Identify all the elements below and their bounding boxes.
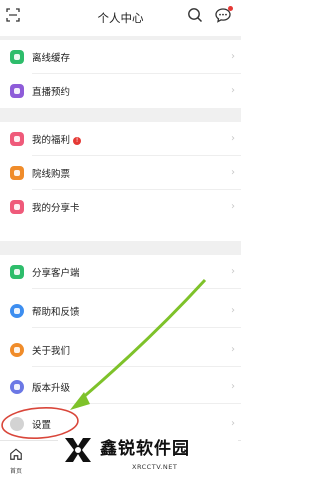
divider	[32, 366, 241, 367]
chevron-right-icon: ›	[231, 133, 235, 144]
upgrade-icon	[10, 380, 24, 394]
live-icon	[10, 84, 24, 98]
section-divider	[0, 108, 241, 122]
divider	[32, 288, 241, 289]
menu-item-label: 直播预约	[32, 87, 71, 98]
menu-item-label: 版本升级	[32, 383, 71, 394]
message-button[interactable]	[214, 6, 233, 23]
watermark-name: 鑫锐软件园	[100, 439, 190, 459]
section-divider	[0, 241, 241, 255]
ticket-icon	[10, 166, 24, 180]
page-title: 个人中心	[97, 11, 144, 25]
menu-item-offline-cache[interactable]: 离线缓存 ›	[0, 40, 241, 74]
chevron-right-icon: ›	[231, 201, 235, 212]
chevron-right-icon: ›	[231, 85, 235, 96]
menu-item-share-card[interactable]: 我的分享卡 ›	[0, 190, 241, 224]
menu-item-label: 我的福利!	[32, 132, 82, 146]
menu-item-about-us[interactable]: 关于我们 ›	[0, 333, 241, 367]
chevron-right-icon: ›	[231, 344, 235, 355]
search-icon[interactable]	[187, 7, 203, 23]
chevron-right-icon: ›	[231, 381, 235, 392]
home-icon	[10, 448, 22, 460]
menu-item-label: 院线购票	[32, 169, 71, 180]
divider	[32, 327, 241, 328]
download-icon	[10, 50, 24, 64]
help-icon	[10, 304, 24, 318]
menu-item-my-benefits[interactable]: 我的福利! ›	[0, 122, 241, 156]
share-icon	[10, 265, 24, 279]
chevron-right-icon: ›	[231, 266, 235, 277]
menu-item-label: 关于我们	[32, 346, 71, 357]
chevron-right-icon: ›	[231, 305, 235, 316]
menu-item-label: 帮助和反馈	[32, 307, 80, 318]
watermark-url: XRCCTV.NET	[132, 463, 178, 471]
watermark-logo	[65, 438, 91, 462]
share-card-icon	[10, 200, 24, 214]
tab-home-label: 首页	[9, 468, 22, 475]
notification-badge: !	[73, 137, 82, 145]
menu-item-live-reservation[interactable]: 直播预约 ›	[0, 74, 241, 108]
gift-icon	[10, 132, 24, 146]
menu-item-label: 设置	[32, 420, 52, 431]
menu-item-cinema-tickets[interactable]: 院线购票 ›	[0, 156, 241, 190]
menu-item-label: 我的分享卡	[32, 203, 80, 214]
divider	[32, 403, 241, 404]
tab-home[interactable]: 首页	[6, 446, 26, 475]
header: 个人中心	[0, 0, 241, 36]
gear-icon	[10, 417, 24, 431]
info-icon	[10, 343, 24, 357]
menu-item-label: 离线缓存	[32, 53, 71, 64]
chevron-right-icon: ›	[231, 51, 235, 62]
watermark: 鑫锐软件园 XRCCTV.NET	[58, 428, 238, 480]
menu-item-help-feedback[interactable]: 帮助和反馈 ›	[0, 294, 241, 328]
menu-item-version-upgrade[interactable]: 版本升级 ›	[0, 370, 241, 404]
menu-item-share-client[interactable]: 分享客户端 ›	[0, 255, 241, 289]
menu-item-label: 分享客户端	[32, 268, 80, 279]
unread-dot	[228, 6, 233, 11]
chevron-right-icon: ›	[231, 167, 235, 178]
